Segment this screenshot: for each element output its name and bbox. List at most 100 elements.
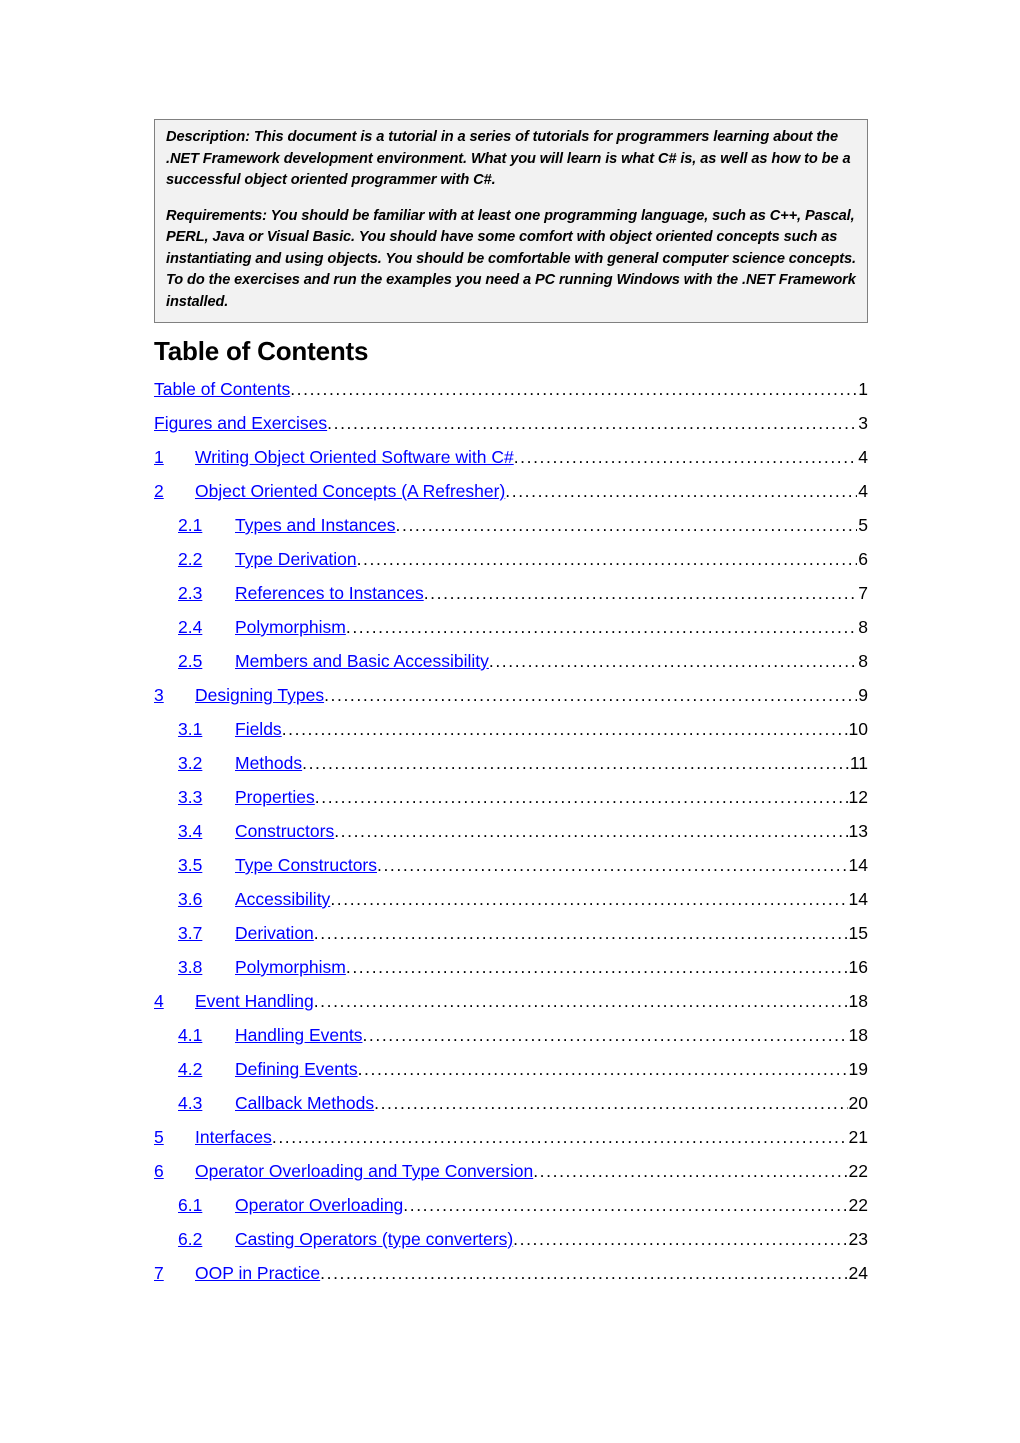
toc-leader-dots: ........................................…	[313, 923, 848, 943]
toc-entry-title[interactable]: Object Oriented Concepts (A Refresher)	[195, 474, 505, 508]
toc-entry[interactable]: 3.2 Methods..............................…	[154, 746, 868, 780]
toc-entry-page-number: 20	[848, 1093, 868, 1113]
toc-entry[interactable]: 1 Writing Object Oriented Software with C…	[154, 440, 868, 474]
toc-entry[interactable]: 6 Operator Overloading and Type Conversio…	[154, 1154, 868, 1188]
description-paragraph: Description: This document is a tutorial…	[166, 129, 851, 188]
toc-entry-number[interactable]: 4.1	[178, 1018, 235, 1052]
toc-leader-dots: ........................................…	[513, 1229, 848, 1249]
toc-entry-page-number: 22	[848, 1195, 868, 1215]
toc-entry[interactable]: 3.1 Fields...............................…	[154, 712, 868, 746]
toc-entry-title[interactable]: Interfaces	[195, 1120, 272, 1154]
toc-entry[interactable]: 4.1 Handling Events......................…	[154, 1018, 868, 1052]
toc-entry-title[interactable]: Fields	[235, 712, 282, 746]
toc-entry-page-number: 13	[848, 821, 868, 841]
toc-entry-title[interactable]: Accessibility	[235, 882, 330, 916]
toc-entry-number[interactable]: 2.5	[178, 644, 235, 678]
toc-entry[interactable]: 3.5 Type Constructors....................…	[154, 848, 868, 882]
toc-entry-number[interactable]: 7	[154, 1256, 195, 1290]
toc-entry[interactable]: 3 Designing Types........................…	[154, 678, 868, 712]
toc-entry-number[interactable]: 2.1	[178, 508, 235, 542]
document-page: Description: This document is a tutorial…	[0, 0, 1020, 1443]
toc-entry-number[interactable]: 3.1	[178, 712, 235, 746]
toc-entry-title[interactable]: Operator Overloading and Type Conversion	[195, 1154, 533, 1188]
toc-leader-dots: ........................................…	[395, 515, 858, 535]
toc-entry[interactable]: 3.3 Properties...........................…	[154, 780, 868, 814]
toc-entry-page-number: 18	[848, 991, 868, 1011]
toc-entry-title[interactable]: Callback Methods	[235, 1086, 374, 1120]
toc-entry[interactable]: 4.2 Defining Events......................…	[154, 1052, 868, 1086]
toc-entry-number[interactable]: 3.8	[178, 950, 235, 984]
toc-entry[interactable]: 7 OOP in Practice........................…	[154, 1256, 868, 1290]
toc-entry-title[interactable]: Derivation	[235, 916, 314, 950]
toc-entry-page-number: 21	[848, 1127, 868, 1147]
toc-entry[interactable]: 4 Event Handling.........................…	[154, 984, 868, 1018]
toc-entry-number[interactable]: 6.2	[178, 1222, 235, 1256]
toc-entry-number[interactable]: 4.2	[178, 1052, 235, 1086]
toc-entry[interactable]: 6.2 Casting Operators (type converters)..…	[154, 1222, 868, 1256]
toc-entry-number[interactable]: 3	[154, 678, 195, 712]
toc-entry[interactable]: 3.8 Polymorphism.........................…	[154, 950, 868, 984]
toc-entry-number[interactable]: 2.2	[178, 542, 235, 576]
toc-entry[interactable]: 6.1 Operator Overloading.................…	[154, 1188, 868, 1222]
toc-entry-title[interactable]: Types and Instances	[235, 508, 396, 542]
toc-entry-page-number: 19	[848, 1059, 868, 1079]
toc-entry-number[interactable]: 6.1	[178, 1188, 235, 1222]
toc-entry-title[interactable]: Members and Basic Accessibility	[235, 644, 489, 678]
toc-entry-title[interactable]: Figures and Exercises	[154, 406, 327, 440]
toc-entry[interactable]: 2.3 References to Instances..............…	[154, 576, 868, 610]
toc-leader-dots: ........................................…	[281, 719, 848, 739]
toc-entry-number[interactable]: 4	[154, 984, 195, 1018]
toc-entry-number[interactable]: 1	[154, 440, 195, 474]
toc-entry[interactable]: 2.4 Polymorphism.........................…	[154, 610, 868, 644]
toc-leader-dots: ........................................…	[320, 1263, 848, 1283]
toc-leader-dots: ........................................…	[357, 1059, 848, 1079]
toc-entry[interactable]: Figures and Exercises...................…	[154, 406, 868, 440]
toc-entry-number[interactable]: 2.3	[178, 576, 235, 610]
toc-entry-title[interactable]: Defining Events	[235, 1052, 358, 1086]
toc-leader-dots: ........................................…	[302, 753, 849, 773]
toc-entry-number[interactable]: 3.7	[178, 916, 235, 950]
toc-entry-number[interactable]: 3.5	[178, 848, 235, 882]
toc-entry[interactable]: 2.2 Type Derivation......................…	[154, 542, 868, 576]
toc-entry-number[interactable]: 3.2	[178, 746, 235, 780]
toc-leader-dots: ........................................…	[327, 413, 858, 433]
toc-entry-title[interactable]: Writing Object Oriented Software with C#	[195, 440, 514, 474]
toc-entry-page-number: 15	[848, 923, 868, 943]
toc-entry[interactable]: 3.6 Accessibility........................…	[154, 882, 868, 916]
toc-entry-title[interactable]: Casting Operators (type converters)	[235, 1222, 513, 1256]
toc-entry-title[interactable]: Operator Overloading	[235, 1188, 403, 1222]
toc-entry-title[interactable]: Table of Contents	[154, 372, 290, 406]
toc-entry-number[interactable]: 3.3	[178, 780, 235, 814]
toc-entry[interactable]: 2.5 Members and Basic Accessibility......…	[154, 644, 868, 678]
toc-entry-page-number: 9	[858, 685, 868, 705]
toc-entry[interactable]: 2 Object Oriented Concepts (A Refresher).…	[154, 474, 868, 508]
toc-entry[interactable]: 3.7 Derivation...........................…	[154, 916, 868, 950]
toc-entry-title[interactable]: Polymorphism	[235, 950, 346, 984]
toc-entry[interactable]: 5 Interfaces.............................…	[154, 1120, 868, 1154]
toc-entry[interactable]: Table of Contents.......................…	[154, 372, 868, 406]
toc-entry-number[interactable]: 6	[154, 1154, 195, 1188]
toc-entry-number[interactable]: 4.3	[178, 1086, 235, 1120]
toc-leader-dots: ........................................…	[324, 685, 858, 705]
toc-entry-title[interactable]: Designing Types	[195, 678, 324, 712]
toc-entry-number[interactable]: 2.4	[178, 610, 235, 644]
toc-entry[interactable]: 2.1 Types and Instances..................…	[154, 508, 868, 542]
toc-entry-number[interactable]: 2	[154, 474, 195, 508]
toc-entry[interactable]: 4.3 Callback Methods.....................…	[154, 1086, 868, 1120]
toc-entry-number[interactable]: 3.4	[178, 814, 235, 848]
toc-entry-title[interactable]: Type Derivation	[235, 542, 357, 576]
toc-entry-title[interactable]: References to Instances	[235, 576, 424, 610]
toc-entry-title[interactable]: Handling Events	[235, 1018, 362, 1052]
toc-entry-page-number: 7	[858, 583, 868, 603]
toc-entry-title[interactable]: Properties	[235, 780, 315, 814]
toc-entry-title[interactable]: Event Handling	[195, 984, 314, 1018]
toc-entry-title[interactable]: Polymorphism	[235, 610, 346, 644]
toc-entry-title[interactable]: Type Constructors	[235, 848, 377, 882]
toc-entry-title[interactable]: Methods	[235, 746, 302, 780]
toc-entry-title[interactable]: OOP in Practice	[195, 1256, 320, 1290]
toc-entry-number[interactable]: 3.6	[178, 882, 235, 916]
toc-entry-number[interactable]: 5	[154, 1120, 195, 1154]
toc-entry-title[interactable]: Constructors	[235, 814, 334, 848]
toc-entry[interactable]: 3.4 Constructors.........................…	[154, 814, 868, 848]
table-of-contents-list: Table of Contents.......................…	[154, 372, 868, 1290]
